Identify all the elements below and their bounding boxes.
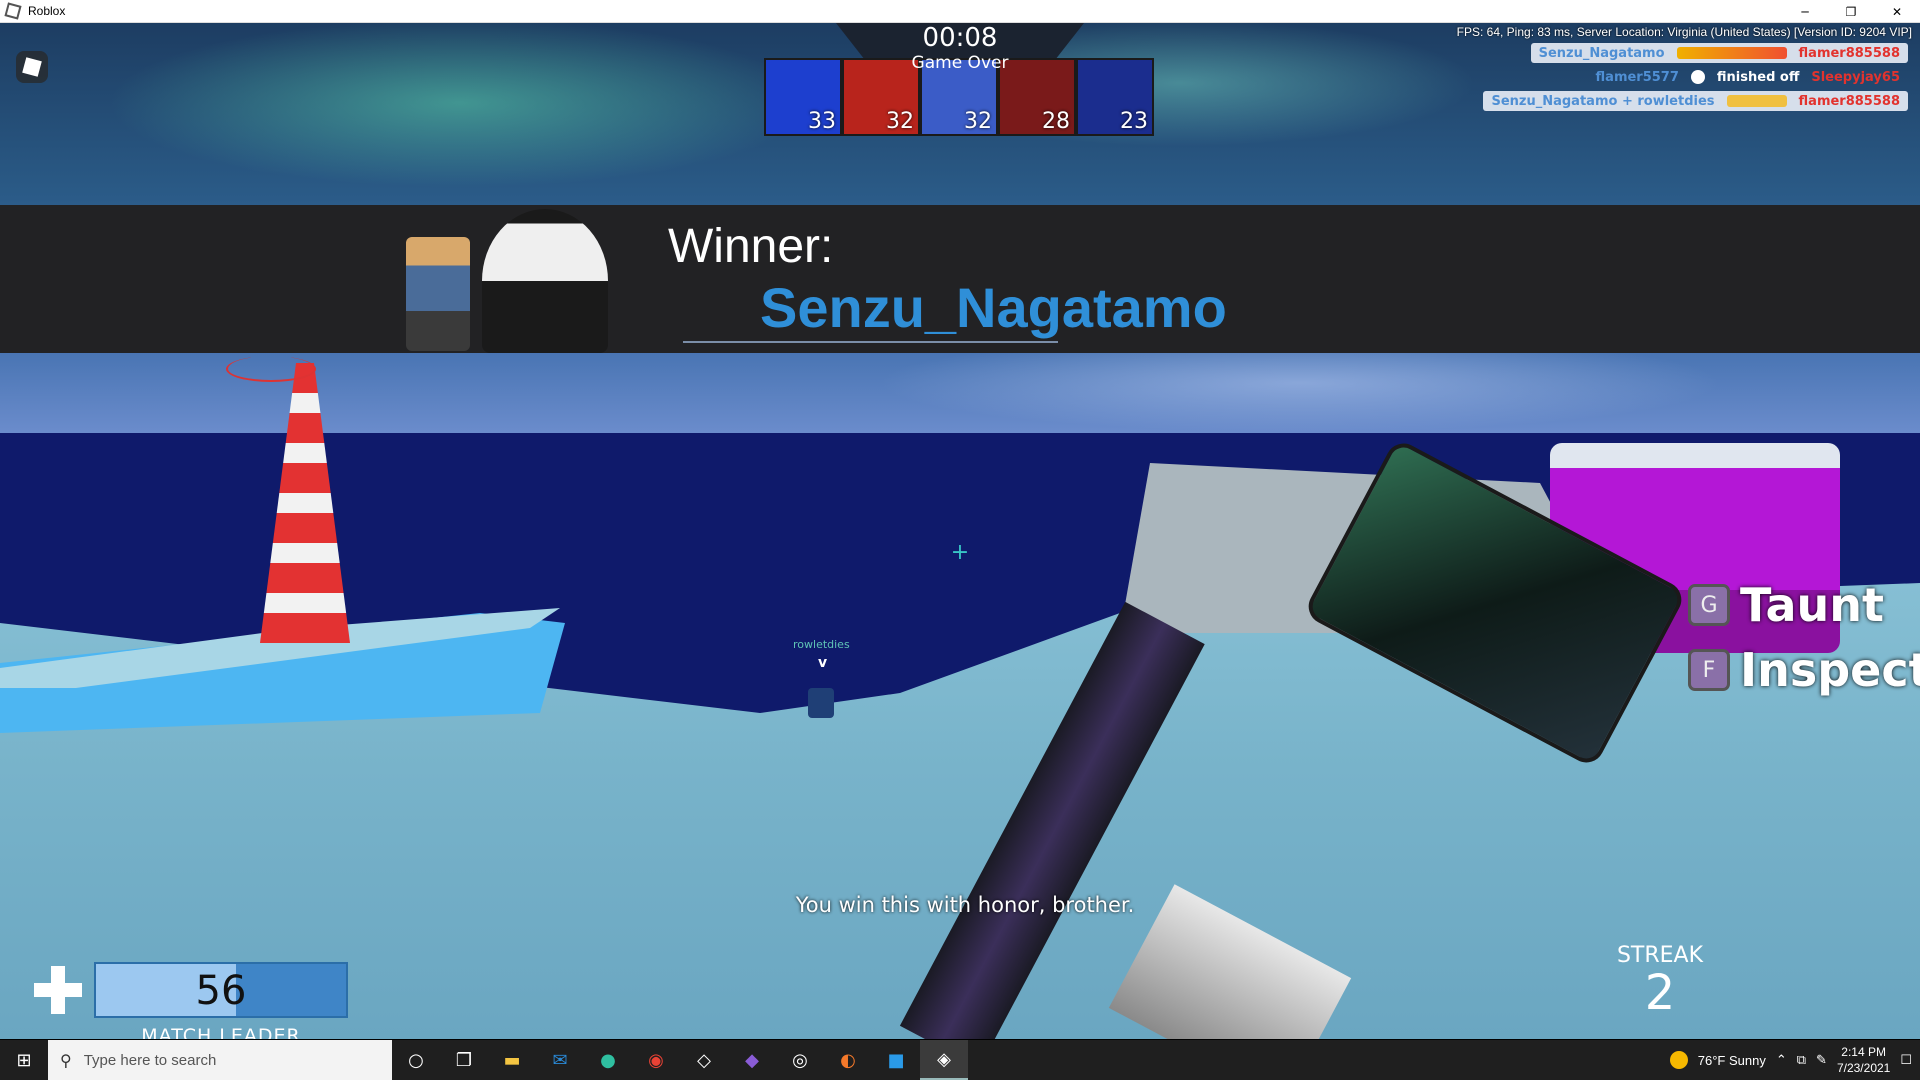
- file-explorer-icon[interactable]: ▬: [488, 1040, 536, 1080]
- taunt-label: Taunt: [1740, 578, 1884, 632]
- chrome-icon[interactable]: ◉: [632, 1040, 680, 1080]
- weather-sun-icon: [1669, 1051, 1688, 1069]
- player-score: 28: [1042, 109, 1070, 134]
- player-score: 33: [808, 109, 836, 134]
- network-icon[interactable]: ⧉: [1797, 1052, 1806, 1068]
- roblox-icon[interactable]: ◈: [920, 1040, 968, 1080]
- killfeed-entry: Senzu_Nagatamo + rowletdies flamer885588: [1483, 91, 1908, 111]
- obs-icon[interactable]: ◎: [776, 1040, 824, 1080]
- edge-icon[interactable]: ●: [584, 1040, 632, 1080]
- killfeed-action: finished off: [1716, 69, 1800, 85]
- key-g-icon: G: [1688, 584, 1730, 626]
- unity-icon[interactable]: ◇: [680, 1040, 728, 1080]
- roblox-logo-icon: [22, 57, 42, 77]
- player-portrait: 23: [1076, 58, 1154, 136]
- roblox-menu-button[interactable]: [16, 51, 48, 83]
- game-viewport[interactable]: rowletdies v + 00:08 33 32 32 28 23 Game…: [0, 23, 1920, 1039]
- dialogue-subtitle: You win this with honor, brother.: [795, 893, 1135, 917]
- crosshair-icon: +: [950, 540, 970, 565]
- winner-name: Senzu_Nagatamo: [760, 276, 1227, 339]
- player-marker: v: [818, 655, 828, 671]
- windows-taskbar: ⊞ ⚲ Type here to search ○ ❐ ▬ ✉ ● ◉ ◇ ◆ …: [0, 1040, 1920, 1080]
- winner-label: Winner:: [668, 220, 834, 273]
- tower-ring: [226, 356, 316, 382]
- health-plus-icon: [34, 966, 82, 1014]
- player-score: 32: [886, 109, 914, 134]
- player-portrait: 33: [764, 58, 842, 136]
- search-placeholder: Type here to search: [83, 1051, 217, 1069]
- winner-avatars: [396, 209, 616, 353]
- roblox-studio-icon[interactable]: ■: [872, 1040, 920, 1080]
- streak-value: 2: [1644, 965, 1676, 1021]
- performance-stats: FPS: 64, Ping: 83 ms, Server Location: V…: [1456, 25, 1912, 39]
- notifications-icon[interactable]: ☐: [1900, 1052, 1912, 1068]
- windows-start-button[interactable]: ⊞: [0, 1040, 48, 1080]
- killfeed-entry: Senzu_Nagatamo flamer885588: [1530, 43, 1908, 63]
- health-value: 56: [195, 968, 247, 1014]
- inspect-prompt[interactable]: F Inspect: [1688, 643, 1920, 697]
- game-status: Game Over: [911, 53, 1009, 73]
- taunt-prompt[interactable]: G Taunt: [1688, 578, 1884, 632]
- clock-date: 7/23/2021: [1836, 1061, 1891, 1075]
- key-f-icon: F: [1688, 649, 1730, 691]
- skull-icon: [1690, 70, 1705, 84]
- killfeed-victim: Sleepyjay65: [1811, 69, 1900, 85]
- winner-avatar: [482, 209, 608, 353]
- search-icon: ⚲: [60, 1050, 72, 1070]
- weather-text[interactable]: 76°F Sunny: [1698, 1053, 1766, 1068]
- restore-button[interactable]: ❐: [1828, 0, 1874, 23]
- window-titlebar: Roblox ─ ❐ ✕: [0, 0, 1920, 23]
- match-leader-label: MATCH LEADER: [141, 1025, 301, 1039]
- player-score: 32: [964, 109, 992, 134]
- killfeed-killer: Senzu_Nagatamo + rowletdies: [1491, 93, 1715, 109]
- minimize-button[interactable]: ─: [1782, 0, 1828, 23]
- clock[interactable]: 2:14 PM 7/23/2021: [1837, 1044, 1890, 1076]
- winner-underline: [683, 341, 1058, 343]
- killfeed-killer: flamer5577: [1595, 69, 1679, 85]
- weapon-icon: [1726, 95, 1787, 107]
- taskbar-search[interactable]: ⚲ Type here to search: [48, 1040, 392, 1080]
- enemy-player: [808, 688, 834, 718]
- health-bar: 56: [94, 962, 348, 1018]
- window-controls: ─ ❐ ✕: [1782, 0, 1920, 23]
- killfeed-killer: Senzu_Nagatamo: [1538, 45, 1665, 61]
- cortana-icon[interactable]: ○: [392, 1040, 440, 1080]
- clock-time: 2:14 PM: [1841, 1045, 1886, 1059]
- killfeed-victim: flamer885588: [1798, 93, 1900, 109]
- player-nametag: rowletdies: [793, 638, 850, 651]
- close-button[interactable]: ✕: [1874, 0, 1920, 23]
- roblox-app-icon: [4, 2, 22, 20]
- chevron-up-icon[interactable]: ⌃: [1776, 1052, 1787, 1068]
- killfeed-victim: flamer885588: [1798, 45, 1900, 61]
- winner-avatar: [406, 237, 470, 351]
- match-timer: 00:08: [922, 23, 998, 53]
- window-title: Roblox: [28, 4, 66, 18]
- mail-icon[interactable]: ✉: [536, 1040, 584, 1080]
- pen-icon[interactable]: ✎: [1816, 1052, 1827, 1068]
- player-score: 23: [1120, 109, 1148, 134]
- weapon-icon: [1676, 47, 1787, 59]
- visual-studio-icon[interactable]: ◆: [728, 1040, 776, 1080]
- killfeed-entry: flamer5577 finished off Sleepyjay65: [1588, 67, 1908, 87]
- task-view-icon[interactable]: ❐: [440, 1040, 488, 1080]
- blender-icon[interactable]: ◐: [824, 1040, 872, 1080]
- system-tray: 76°F Sunny ⌃ ⧉ ✎ 2:14 PM 7/23/2021 ☐: [1669, 1040, 1920, 1080]
- killfeed: Senzu_Nagatamo flamer885588 flamer5577 f…: [1483, 43, 1908, 111]
- inspect-label: Inspect: [1740, 643, 1920, 697]
